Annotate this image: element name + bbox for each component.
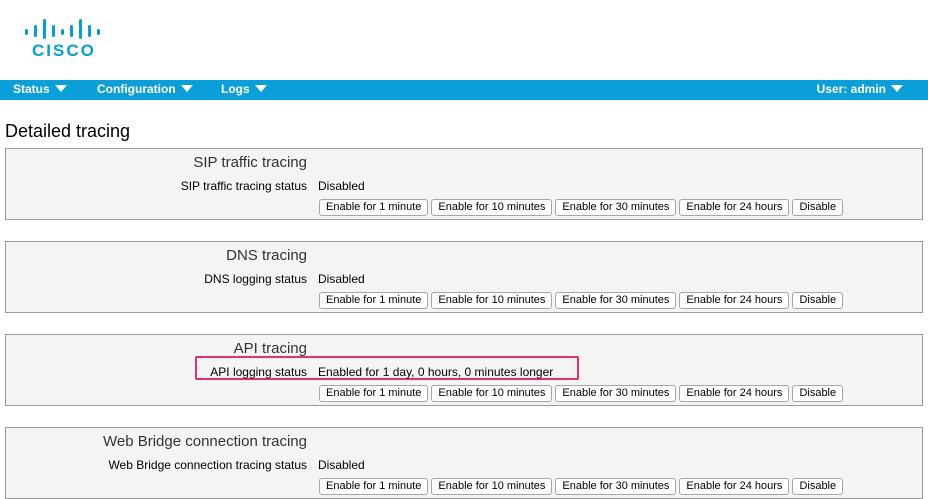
- enable-1-minute-button[interactable]: Enable for 1 minute: [319, 199, 429, 216]
- panel-title: Web Bridge connection tracing: [102, 433, 307, 450]
- enable-30-minutes-button[interactable]: Enable for 30 minutes: [555, 385, 677, 402]
- caret-down-icon: [54, 85, 67, 92]
- top-nav-bar: Status Configuration Logs User: admin: [0, 80, 928, 100]
- user-menu-label: User: admin: [816, 82, 886, 96]
- enable-24-hours-button[interactable]: Enable for 24 hours: [679, 478, 790, 495]
- nav-menu-logs-label: Logs: [221, 82, 250, 96]
- cisco-bars-icon: [25, 19, 100, 39]
- status-label: DNS logging status: [204, 272, 307, 286]
- enable-24-hours-button[interactable]: Enable for 24 hours: [679, 292, 790, 309]
- enable-10-minutes-button[interactable]: Enable for 10 minutes: [431, 199, 553, 216]
- cisco-wordmark: CISCO: [32, 41, 96, 60]
- user-menu[interactable]: User: admin: [817, 80, 903, 100]
- enable-1-minute-button[interactable]: Enable for 1 minute: [319, 385, 429, 402]
- api-tracing-panel: API tracing API logging status Enabled f…: [5, 334, 923, 406]
- button-row: Enable for 1 minute Enable for 10 minutes…: [319, 197, 846, 216]
- page-title: Detailed tracing: [5, 121, 131, 141]
- status-label: API logging status: [210, 365, 307, 379]
- disable-button[interactable]: Disable: [792, 199, 844, 216]
- enable-30-minutes-button[interactable]: Enable for 30 minutes: [555, 292, 677, 309]
- disable-button[interactable]: Disable: [792, 385, 844, 402]
- enable-1-minute-button[interactable]: Enable for 1 minute: [319, 292, 429, 309]
- sip-tracing-panel: SIP traffic tracing SIP traffic tracing …: [5, 148, 923, 220]
- dns-tracing-panel: DNS tracing DNS logging status Disabled …: [5, 241, 923, 313]
- enable-10-minutes-button[interactable]: Enable for 10 minutes: [431, 292, 553, 309]
- enable-30-minutes-button[interactable]: Enable for 30 minutes: [555, 478, 677, 495]
- status-value: Disabled: [318, 179, 365, 193]
- panel-title: SIP traffic tracing: [193, 154, 307, 171]
- enable-24-hours-button[interactable]: Enable for 24 hours: [679, 199, 790, 216]
- panel-title: API tracing: [233, 340, 307, 357]
- caret-down-icon: [891, 85, 903, 92]
- cisco-logo: CISCO: [24, 17, 104, 63]
- status-value: Disabled: [318, 272, 365, 286]
- enable-30-minutes-button[interactable]: Enable for 30 minutes: [555, 199, 677, 216]
- disable-button[interactable]: Disable: [792, 292, 844, 309]
- nav-menu-configuration-label: Configuration: [97, 82, 176, 96]
- nav-menu-configuration[interactable]: Configuration: [97, 80, 193, 100]
- button-row: Enable for 1 minute Enable for 10 minutes…: [319, 383, 846, 402]
- enable-1-minute-button[interactable]: Enable for 1 minute: [319, 478, 429, 495]
- nav-menu-logs[interactable]: Logs: [221, 80, 267, 100]
- panel-title: DNS tracing: [226, 247, 307, 264]
- status-value: Disabled: [318, 458, 365, 472]
- status-label: SIP traffic tracing status: [180, 179, 307, 193]
- web-bridge-tracing-panel: Web Bridge connection tracing Web Bridge…: [5, 427, 923, 499]
- enable-10-minutes-button[interactable]: Enable for 10 minutes: [431, 478, 553, 495]
- caret-down-icon: [180, 85, 193, 92]
- disable-button[interactable]: Disable: [792, 478, 844, 495]
- status-value: Enabled for 1 day, 0 hours, 0 minutes lo…: [318, 365, 554, 379]
- nav-menu-status[interactable]: Status: [13, 80, 67, 100]
- enable-10-minutes-button[interactable]: Enable for 10 minutes: [431, 385, 553, 402]
- caret-down-icon: [254, 85, 267, 92]
- status-label: Web Bridge connection tracing status: [108, 458, 307, 472]
- enable-24-hours-button[interactable]: Enable for 24 hours: [679, 385, 790, 402]
- button-row: Enable for 1 minute Enable for 10 minutes…: [319, 290, 846, 309]
- nav-menu-status-label: Status: [13, 82, 50, 96]
